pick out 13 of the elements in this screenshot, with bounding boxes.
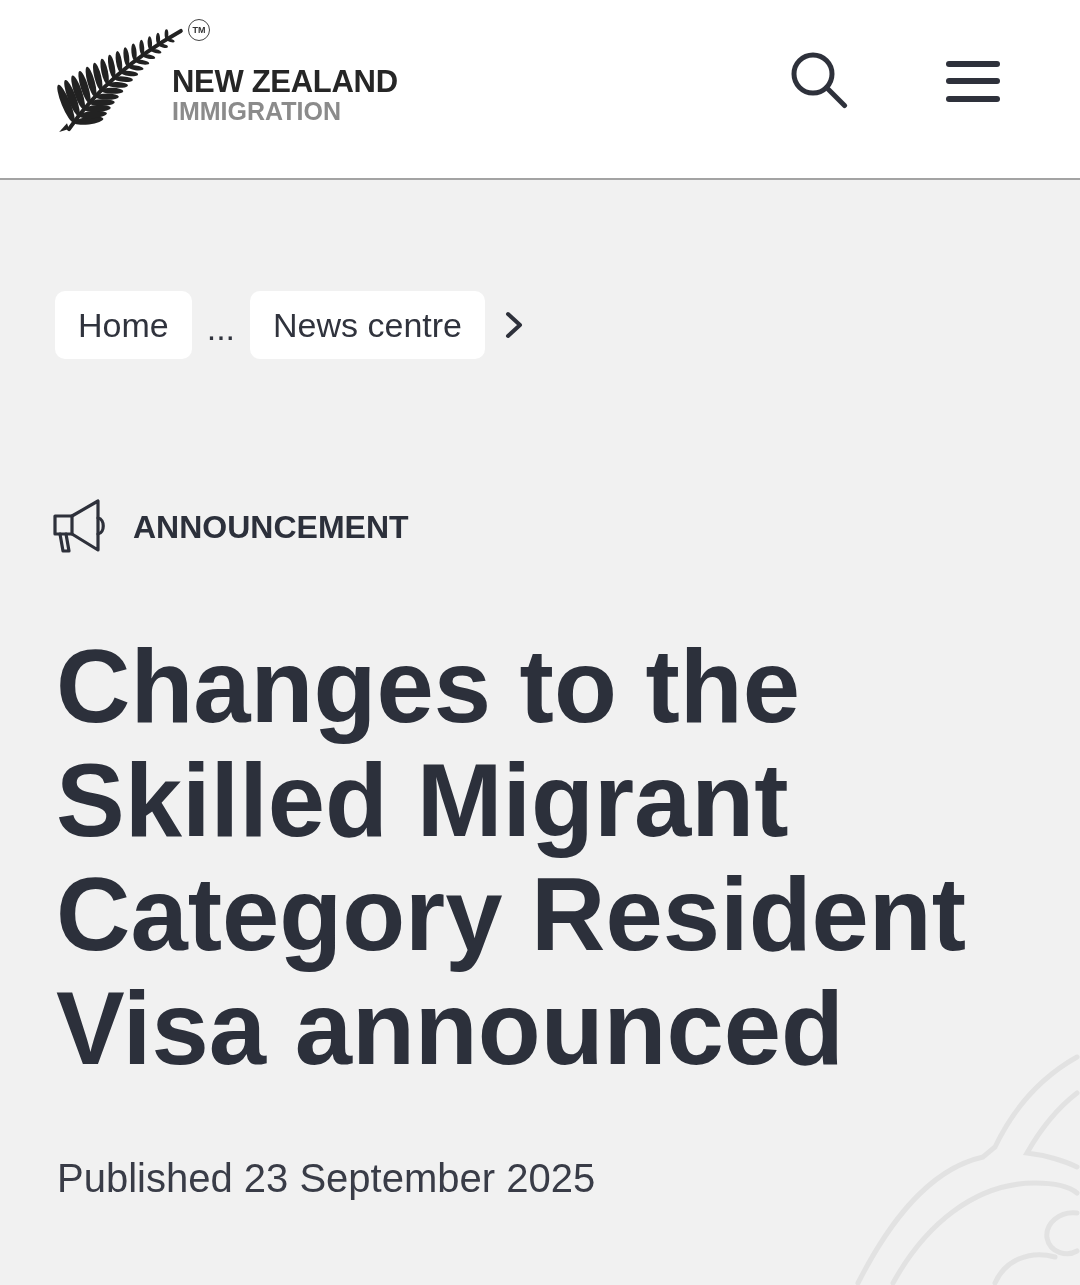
- search-button[interactable]: [791, 52, 848, 109]
- published-date: Published 23 September 2025: [57, 1155, 596, 1202]
- breadcrumb-link[interactable]: News centre: [250, 291, 485, 359]
- article-title: Changes to the Skilled Migrant Category Resident Visa announced: [56, 630, 968, 1086]
- menu-icon: [946, 60, 1000, 104]
- logo-title: NEW ZEALAND: [172, 66, 398, 97]
- breadcrumb-ellipsis[interactable]: ...: [206, 302, 236, 354]
- breadcrumb-link[interactable]: Home: [55, 291, 192, 359]
- chevron-right-icon: [504, 311, 524, 339]
- menu-button[interactable]: [946, 60, 1000, 104]
- article-category: ANNOUNCEMENT: [133, 508, 409, 547]
- search-icon: [791, 52, 848, 109]
- logo-subtitle: IMMIGRATION: [172, 99, 342, 124]
